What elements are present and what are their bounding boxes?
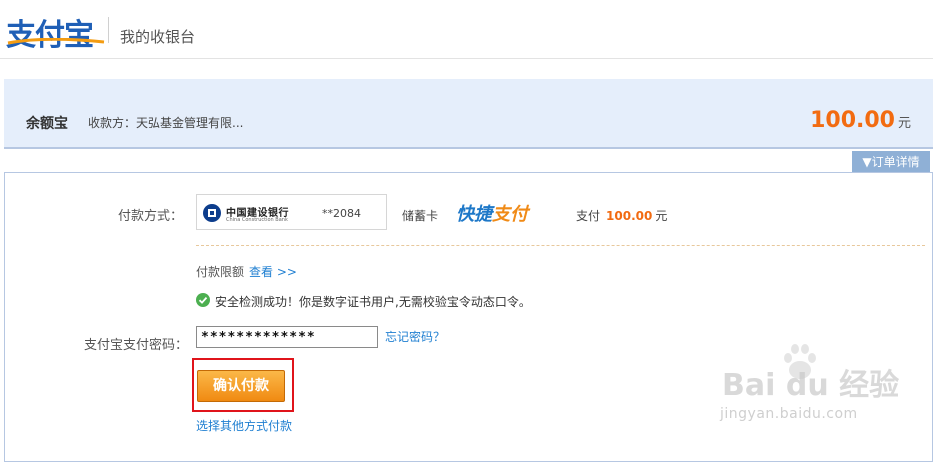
dashed-divider [196,245,925,246]
password-input[interactable] [196,326,378,348]
quickpay-part1: 快捷 [456,204,492,225]
ccb-bank-icon [203,204,221,222]
payee-name: 天弘基金管理有限... [136,116,244,130]
order-details-button[interactable]: ▼订单详情 [852,151,930,173]
pay-amount-line: 支付 100.00 元 [576,207,667,224]
order-amount-unit: 元 [897,116,911,131]
header-separator [108,17,109,43]
confirm-payment-button[interactable]: 确认付款 [197,370,285,402]
payment-method-label: 付款方式： [118,209,184,224]
view-limit-link[interactable]: 查看 >> [249,263,297,280]
order-amount: 100.00 元 [810,108,911,133]
payment-limit-label: 付款限额 [196,265,245,279]
pay-prefix: 支付 [576,209,601,223]
pay-amount: 100.00 [606,209,653,223]
forgot-password-link[interactable]: 忘记密码？ [385,328,445,345]
watermark-text: Bai du 经验 [722,368,900,403]
payee-label: 收款方： [88,116,137,130]
quickpay-part2: 支付 [492,204,528,225]
page-title: 我的收银台 [120,28,196,46]
header-divider [0,58,933,59]
order-amount-value: 100.00 [810,108,895,133]
bank-name-english: China Construction Bank [226,217,288,223]
card-type: 储蓄卡 [402,209,439,223]
alipay-logo[interactable]: 支付宝 [6,10,94,54]
check-circle-icon [196,293,210,307]
watermark-url: jingyan.baidu.com [720,406,858,422]
pay-unit: 元 [655,209,668,223]
product-name: 余额宝 [26,116,68,132]
other-payment-method-link[interactable]: 选择其他方式付款 [196,417,292,434]
security-check-message: 安全检测成功！你是数字证书用户,无需校验宝令动态口令。 [215,295,531,309]
quickpay-logo: 快捷支付 [456,200,528,226]
logo-swoosh-icon [7,38,105,45]
card-number: **2084 [322,207,361,220]
payee-info: 收款方：天弘基金管理有限... [88,114,243,131]
password-label: 支付宝支付密码： [84,338,189,353]
